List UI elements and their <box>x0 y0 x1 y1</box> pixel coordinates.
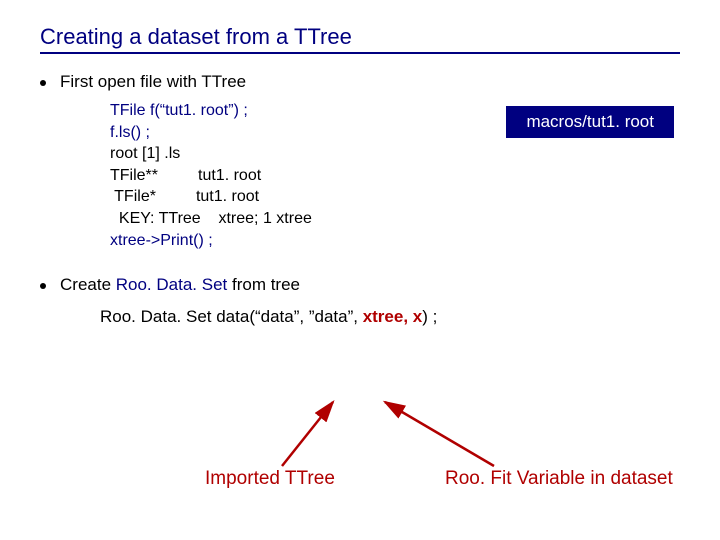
bullet2-prefix: Create <box>60 275 116 294</box>
bullet-open-file-text: First open file with TTree <box>60 72 246 92</box>
code2-arg-x: x <box>413 307 422 326</box>
code2-post: ) ; <box>422 307 437 326</box>
code2-pre: Roo. Data. Set data(“data”, ”data”, <box>100 307 363 326</box>
code-block-2: Roo. Data. Set data(“data”, ”data”, xtre… <box>100 307 680 327</box>
code-line: TFile** tut1. root <box>110 165 680 187</box>
label-roofit-variable: Roo. Fit Variable in dataset <box>445 468 673 490</box>
code-line: TFile* tut1. root <box>110 186 680 208</box>
code2-arg-xtree: xtree, <box>363 307 413 326</box>
label-imported-ttree: Imported TTree <box>205 468 335 490</box>
bullet-dot-icon <box>40 283 46 289</box>
bullet-open-file: First open file with TTree <box>40 72 680 92</box>
code-line: root [1] .ls <box>110 143 680 165</box>
slide-title: Creating a dataset from a TTree <box>40 24 680 54</box>
bullet2-classname: Roo. Data. Set <box>116 275 228 294</box>
code-line: KEY: TTree xtree; 1 xtree <box>110 208 680 230</box>
bullet-dot-icon <box>40 80 46 86</box>
code-line: xtree->Print() ; <box>110 230 680 252</box>
bullet2-suffix: from tree <box>227 275 300 294</box>
macro-path-badge: macros/tut1. root <box>506 106 674 138</box>
bullet-create-dataset: Create Roo. Data. Set from tree <box>40 275 680 295</box>
bullet-create-dataset-text: Create Roo. Data. Set from tree <box>60 275 300 295</box>
